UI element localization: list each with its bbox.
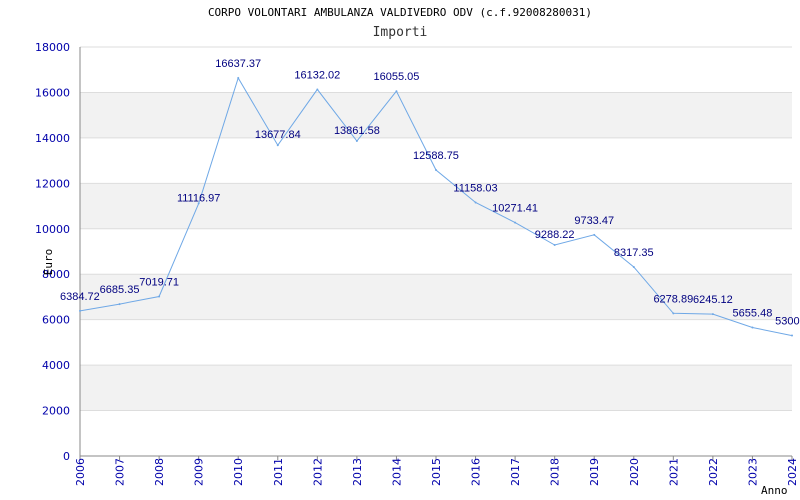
data-point [395,90,398,93]
data-point [514,221,517,224]
x-tick-label: 2006 [74,458,87,486]
data-label: 16055.05 [373,71,419,83]
data-label: 13861.58 [334,125,380,137]
data-point [711,313,714,316]
grid-band [80,92,792,138]
y-axis-label: Euro [42,249,55,276]
x-tick-label: 2007 [114,458,127,486]
x-tick-label: 2014 [390,458,403,486]
grid-band [80,365,792,411]
data-point [276,144,279,147]
data-label: 11158.03 [453,182,497,194]
grid-band [80,183,792,229]
data-point [474,201,477,204]
data-label: 6685.35 [100,284,140,296]
data-point [791,334,793,337]
y-tick-label: 18000 [35,41,70,54]
x-tick-label: 2019 [588,458,601,486]
data-point [672,312,675,315]
x-tick-label: 2017 [509,458,522,486]
x-tick-label: 2012 [311,458,324,486]
x-tick-label: 2015 [430,458,443,486]
x-tick-labels: 2006 2007 2008 2009 2010 2011 2012 2013 2014 2015… [74,458,799,486]
data-point [316,88,319,91]
data-point [118,303,121,306]
x-tick-label: 2013 [351,458,364,486]
data-label: 9288.22 [535,229,575,241]
data-point [435,168,437,171]
data-label: 12588.75 [413,150,459,162]
data-label: 10271.41 [492,203,538,215]
data-point [751,326,754,329]
data-point [553,243,556,246]
data-point [237,76,240,79]
x-tick-label: 2022 [707,458,720,486]
data-label: 16132.02 [294,69,340,81]
data-label: 5300.5 [775,316,800,328]
data-label: 8317.35 [614,247,654,259]
data-label: 13677.84 [255,129,301,141]
data-point [79,309,81,312]
y-tick-label: 2000 [42,405,70,418]
data-point [593,233,596,236]
data-point [632,266,635,269]
data-point [158,295,161,298]
data-label: 6278.89 [653,293,693,305]
data-label: 5655.48 [733,307,773,319]
data-label: 6384.72 [60,291,100,303]
y-tick-label: 14000 [35,132,70,145]
x-tick-label: 2018 [549,458,562,486]
x-tick-label: 2009 [193,458,206,486]
x-tick-label: 2021 [667,458,680,486]
x-tick-label: 2010 [232,458,245,486]
x-tick-label: 2008 [153,458,166,486]
y-tick-label: 0 [63,450,70,463]
data-point [355,140,358,143]
data-label: 16637.37 [215,58,261,70]
y-tick-label: 12000 [35,177,70,190]
data-label: 7019.71 [139,276,179,288]
data-label: 9733.47 [574,215,614,227]
data-label: 11116.97 [177,192,220,204]
y-tick-label: 4000 [42,359,70,372]
x-tick-label: 2024 [786,458,799,486]
x-tick-label: 2020 [628,458,641,486]
y-tick-label: 10000 [35,223,70,236]
x-tick-label: 2023 [746,458,759,486]
x-tick-label: 2011 [272,458,285,486]
x-tick-label: 2016 [470,458,483,486]
x-axis-label: Anno [761,484,788,497]
data-label: 6245.12 [693,294,733,306]
line-chart: 0200040006000800010000120001400016000180… [35,41,800,497]
y-tick-label: 16000 [35,86,70,99]
y-tick-label: 6000 [42,314,70,327]
grid-bands [80,92,792,411]
